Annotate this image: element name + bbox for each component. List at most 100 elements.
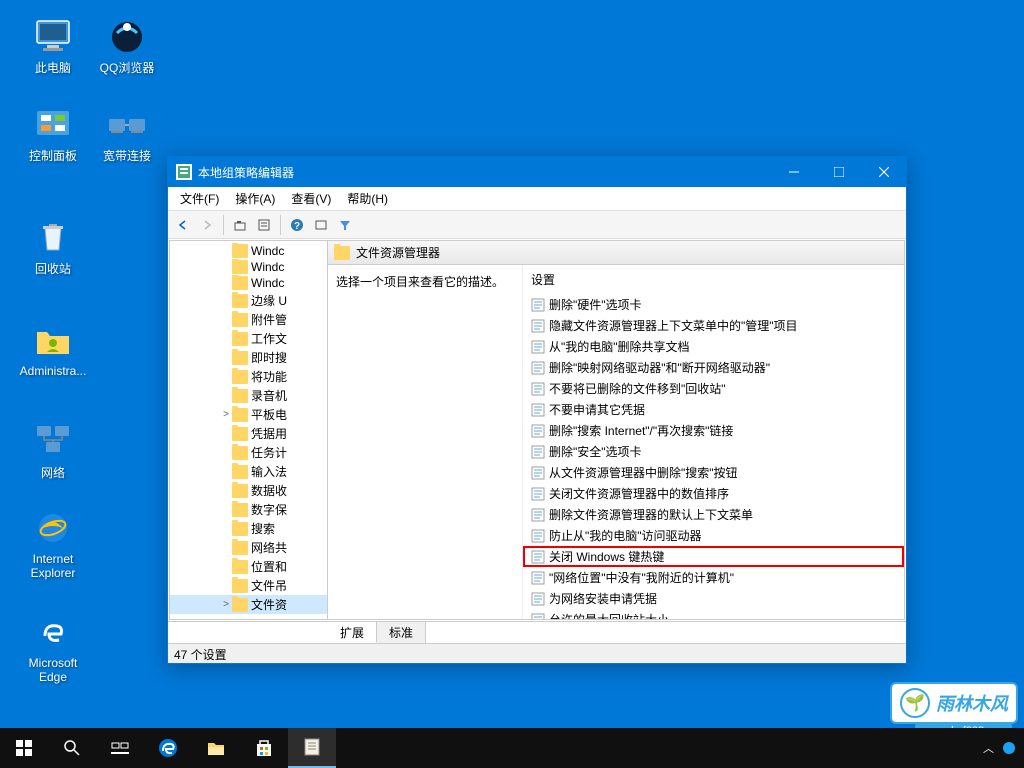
desktop-icon-broadband[interactable]: 宽带连接 bbox=[92, 103, 162, 164]
tabs-row: 扩展 标准 bbox=[168, 621, 906, 643]
desktop-icon-recycle-bin[interactable]: 回收站 bbox=[18, 216, 88, 277]
tab-extended[interactable]: 扩展 bbox=[328, 622, 377, 643]
forward-button[interactable] bbox=[196, 214, 218, 236]
tree-item[interactable]: 输入法 bbox=[170, 462, 327, 481]
setting-item[interactable]: 关闭 Windows 键热键 bbox=[523, 546, 904, 567]
policy-icon bbox=[531, 508, 545, 522]
setting-item[interactable]: 删除"硬件"选项卡 bbox=[523, 294, 904, 315]
system-tray[interactable]: ︿ bbox=[983, 740, 1024, 756]
desktop-icon-network[interactable]: 网络 bbox=[18, 420, 88, 481]
desktop-icon-this-pc[interactable]: 此电脑 bbox=[18, 15, 88, 76]
tree-item[interactable]: 即时搜 bbox=[170, 348, 327, 367]
tree-panel[interactable]: WindcWindcWindc边缘 U附件管工作文即时搜将功能录音机>平板电凭据… bbox=[170, 241, 328, 619]
menubar: 文件(F) 操作(A) 查看(V) 帮助(H) bbox=[168, 187, 906, 211]
tree-item[interactable]: 文件吊 bbox=[170, 576, 327, 595]
tree-item[interactable]: 搜索 bbox=[170, 519, 327, 538]
tree-item[interactable]: 录音机 bbox=[170, 386, 327, 405]
tree-item[interactable]: 将功能 bbox=[170, 367, 327, 386]
setting-item[interactable]: 从"我的电脑"删除共享文档 bbox=[523, 336, 904, 357]
tree-item[interactable]: 任务计 bbox=[170, 443, 327, 462]
tray-app-icon[interactable] bbox=[1002, 741, 1016, 755]
task-view-button[interactable] bbox=[96, 728, 144, 768]
toolbar: ? bbox=[168, 211, 906, 239]
desktop-label: 此电脑 bbox=[35, 59, 71, 76]
desktop-icon-ie[interactable]: Internet Explorer bbox=[18, 508, 88, 580]
taskbar-store[interactable] bbox=[240, 728, 288, 768]
tree-item-label: 数字保 bbox=[251, 501, 287, 518]
desktop-label: 宽带连接 bbox=[103, 147, 151, 164]
policy-icon bbox=[531, 571, 545, 585]
tree-item[interactable]: Windc bbox=[170, 259, 327, 275]
tree-item[interactable]: 位置和 bbox=[170, 557, 327, 576]
desktop-icon-control-panel[interactable]: 控制面板 bbox=[18, 103, 88, 164]
tree-item-label: 任务计 bbox=[251, 444, 287, 461]
ie-icon bbox=[33, 508, 73, 548]
search-button[interactable] bbox=[48, 728, 96, 768]
tree-item[interactable]: >文件资 bbox=[170, 595, 327, 614]
desktop-icon-administrator[interactable]: Administra... bbox=[18, 320, 88, 378]
maximize-button[interactable] bbox=[816, 157, 861, 187]
settings-list[interactable]: 设置 删除"硬件"选项卡隐藏文件资源管理器上下文菜单中的"管理"项目从"我的电脑… bbox=[523, 265, 904, 619]
tree-expand-icon[interactable]: > bbox=[220, 409, 232, 420]
setting-item[interactable]: 允许的最大回收站大小 bbox=[523, 609, 904, 619]
tree-item[interactable]: Windc bbox=[170, 243, 327, 259]
back-button[interactable] bbox=[172, 214, 194, 236]
menu-action[interactable]: 操作(A) bbox=[227, 187, 283, 210]
start-button[interactable] bbox=[0, 728, 48, 768]
user-folder-icon bbox=[33, 320, 73, 360]
setting-item[interactable]: 为网络安装申请凭据 bbox=[523, 588, 904, 609]
tree-item-label: Windc bbox=[251, 260, 284, 274]
tree-item[interactable]: 数字保 bbox=[170, 500, 327, 519]
filter-button[interactable] bbox=[334, 214, 356, 236]
setting-label: 隐藏文件资源管理器上下文菜单中的"管理"项目 bbox=[549, 317, 798, 334]
setting-item[interactable]: 删除"安全"选项卡 bbox=[523, 441, 904, 462]
tree-item[interactable]: 边缘 U bbox=[170, 291, 327, 310]
folder-icon bbox=[232, 260, 248, 274]
setting-item[interactable]: 不要申请其它凭据 bbox=[523, 399, 904, 420]
policy-icon bbox=[531, 424, 545, 438]
tree-item[interactable]: Windc bbox=[170, 275, 327, 291]
setting-item[interactable]: 不要将已删除的文件移到"回收站" bbox=[523, 378, 904, 399]
titlebar[interactable]: 本地组策略编辑器 bbox=[168, 157, 906, 187]
tree-item-label: 输入法 bbox=[251, 463, 287, 480]
setting-item[interactable]: 关闭文件资源管理器中的数值排序 bbox=[523, 483, 904, 504]
tree-item-label: 平板电 bbox=[251, 406, 287, 423]
filter-options-button[interactable] bbox=[310, 214, 332, 236]
setting-label: 不要申请其它凭据 bbox=[549, 401, 645, 418]
menu-file[interactable]: 文件(F) bbox=[172, 187, 227, 210]
policy-icon bbox=[531, 487, 545, 501]
desktop-icon-edge[interactable]: Microsoft Edge bbox=[18, 612, 88, 684]
tree-item[interactable]: 附件管 bbox=[170, 310, 327, 329]
setting-item[interactable]: 删除"搜索 Internet"/"再次搜索"链接 bbox=[523, 420, 904, 441]
menu-view[interactable]: 查看(V) bbox=[283, 187, 339, 210]
tab-standard[interactable]: 标准 bbox=[377, 622, 426, 643]
taskbar: ︿ bbox=[0, 728, 1024, 768]
tree-item[interactable]: 凭据用 bbox=[170, 424, 327, 443]
setting-item[interactable]: 从文件资源管理器中删除"搜索"按钮 bbox=[523, 462, 904, 483]
help-button[interactable]: ? bbox=[286, 214, 308, 236]
setting-item[interactable]: "网络位置"中没有"我附近的计算机" bbox=[523, 567, 904, 588]
statusbar: 47 个设置 bbox=[168, 643, 906, 663]
tree-item[interactable]: 工作文 bbox=[170, 329, 327, 348]
desktop-icon-qq-browser[interactable]: QQ浏览器 bbox=[92, 15, 162, 76]
tree-expand-icon[interactable]: > bbox=[220, 599, 232, 610]
setting-item[interactable]: 删除"映射网络驱动器"和"断开网络驱动器" bbox=[523, 357, 904, 378]
minimize-button[interactable] bbox=[771, 157, 816, 187]
tree-item[interactable]: > 平板电 bbox=[170, 405, 327, 424]
up-button[interactable] bbox=[229, 214, 251, 236]
taskbar-explorer[interactable] bbox=[192, 728, 240, 768]
setting-item[interactable]: 隐藏文件资源管理器上下文菜单中的"管理"项目 bbox=[523, 315, 904, 336]
menu-help[interactable]: 帮助(H) bbox=[339, 187, 396, 210]
setting-item[interactable]: 删除文件资源管理器的默认上下文菜单 bbox=[523, 504, 904, 525]
tree-item[interactable]: 网络共 bbox=[170, 538, 327, 557]
window-title: 本地组策略编辑器 bbox=[198, 164, 294, 181]
folder-icon bbox=[232, 370, 248, 384]
taskbar-gpedit[interactable] bbox=[288, 728, 336, 768]
close-button[interactable] bbox=[861, 157, 906, 187]
taskbar-edge[interactable] bbox=[144, 728, 192, 768]
tray-chevron-icon[interactable]: ︿ bbox=[983, 740, 994, 756]
tree-item[interactable]: 数据收 bbox=[170, 481, 327, 500]
settings-column-header[interactable]: 设置 bbox=[523, 265, 904, 294]
setting-item[interactable]: 防止从"我的电脑"访问驱动器 bbox=[523, 525, 904, 546]
properties-button[interactable] bbox=[253, 214, 275, 236]
